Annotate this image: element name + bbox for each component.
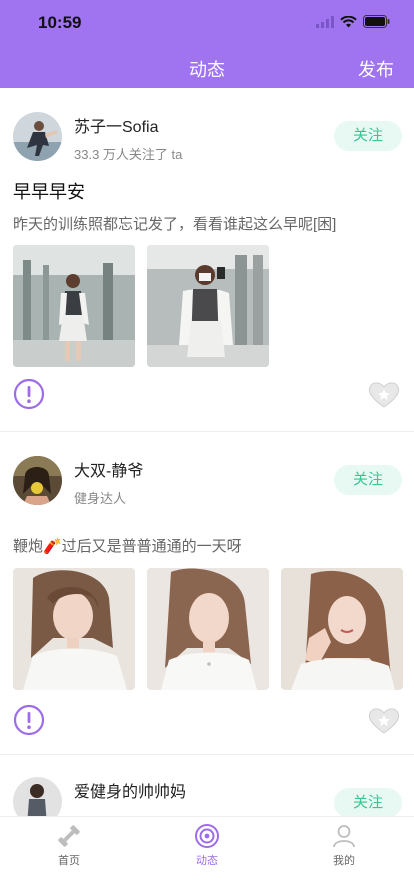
follow-button[interactable]: 关注 [334, 121, 402, 151]
status-time: 10:59 [38, 13, 82, 32]
post-title: 早早早安 [13, 182, 85, 202]
follower-count: 33.3 万人关注了 ta [74, 147, 183, 162]
avatar[interactable] [13, 777, 62, 816]
tab-label: 首页 [58, 855, 80, 867]
report-icon[interactable] [13, 704, 45, 736]
like-icon[interactable] [367, 704, 401, 736]
wifi-icon [340, 15, 357, 27]
post-card: 爱健身的帅帅妈 关注 [0, 755, 414, 816]
avatar[interactable] [13, 112, 62, 161]
target-icon [195, 824, 219, 848]
post-photo[interactable] [13, 568, 135, 690]
post-card: 苏子一Sofia 33.3 万人关注了 ta 关注 早早早安 昨天的训练照都忘记… [0, 88, 414, 432]
follow-button[interactable]: 关注 [334, 465, 402, 495]
publish-button[interactable]: 发布 [358, 56, 394, 82]
report-icon[interactable] [13, 378, 45, 410]
post-photo[interactable] [13, 245, 135, 367]
status-bar: 10:59 [0, 0, 414, 44]
post-photo[interactable] [147, 245, 269, 367]
post-photo[interactable] [147, 568, 269, 690]
signal-icon [316, 15, 334, 28]
author-name[interactable]: 苏子一Sofia [74, 113, 158, 137]
tab-label: 动态 [196, 855, 218, 867]
like-icon[interactable] [367, 378, 401, 410]
dumbbell-icon [58, 825, 80, 847]
person-icon [333, 825, 355, 848]
post-card: 大双-静爷 健身达人 关注 鞭炮🧨过后又是普普通通的一天呀 [0, 432, 414, 755]
post-photo[interactable] [281, 568, 403, 690]
avatar[interactable] [13, 456, 62, 505]
tab-mine[interactable]: 我的 [304, 823, 384, 868]
post-text: 鞭炮🧨过后又是普普通通的一天呀 [13, 538, 242, 555]
author-name[interactable]: 大双-静爷 [74, 457, 143, 481]
header-bar: 10:59 动态 发布 [0, 0, 414, 88]
tab-feed[interactable]: 动态 [167, 823, 247, 868]
tab-bar: 首页 动态 我的 [0, 816, 414, 896]
page-title: 动态 [189, 60, 225, 80]
battery-icon [363, 15, 390, 28]
author-tag: 健身达人 [74, 491, 127, 506]
tab-home[interactable]: 首页 [29, 823, 109, 868]
feed-list[interactable]: 苏子一Sofia 33.3 万人关注了 ta 关注 早早早安 昨天的训练照都忘记… [0, 88, 414, 816]
follow-button[interactable]: 关注 [334, 788, 402, 816]
tab-label: 我的 [333, 855, 355, 867]
status-icons [316, 15, 390, 28]
author-name[interactable]: 爱健身的帅帅妈 [74, 778, 186, 802]
post-text: 昨天的训练照都忘记发了，看看谁起这么早呢[困] [13, 216, 337, 233]
